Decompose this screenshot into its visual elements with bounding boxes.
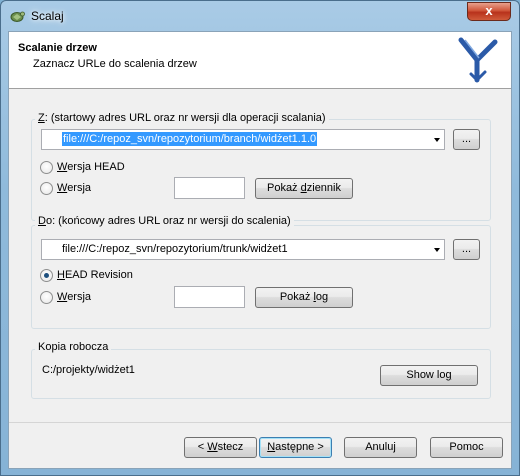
title-bar[interactable]: Scalaj x <box>1 1 519 31</box>
from-browse-button[interactable]: ... <box>453 129 480 150</box>
dropdown-arrow-icon[interactable] <box>434 248 440 252</box>
tortoise-app-icon <box>10 11 25 22</box>
to-radio-revision[interactable]: Wersja <box>40 290 120 306</box>
to-browse-button[interactable]: ... <box>453 239 480 260</box>
from-revision-input[interactable] <box>174 177 245 199</box>
radio-icon[interactable] <box>40 161 53 174</box>
next-button[interactable]: Następne > <box>259 437 332 458</box>
working-copy-show-log-button[interactable]: Show log <box>380 365 478 386</box>
close-button[interactable]: x <box>467 2 511 21</box>
merge-wizard-window: Scalaj x Scalanie drzew Zaznacz URLe do … <box>0 0 520 476</box>
page-title: Scalanie drzew <box>18 42 97 54</box>
from-radio-revision[interactable]: Wersja <box>40 181 120 197</box>
from-show-log-button[interactable]: Pokaż dziennik <box>255 178 353 199</box>
from-group-label: Z: (startowy adres URL oraz nr wersji dl… <box>35 112 329 124</box>
from-radio-head[interactable]: Wersja HEAD <box>40 160 140 176</box>
radio-icon[interactable] <box>40 291 53 304</box>
window-title: Scalaj <box>31 9 64 23</box>
working-copy-path: C:/projekty/widżet1 <box>42 364 135 376</box>
to-radio-head[interactable]: HEAD Revision <box>40 268 150 284</box>
to-url-combobox[interactable]: file:///C:/repoz_svn/repozytorium/trunk/… <box>41 239 445 260</box>
to-group-label: Do: (końcowy adres URL oraz nr wersji do… <box>35 215 294 227</box>
cancel-button[interactable]: Anuluj <box>344 437 417 458</box>
to-url-value: file:///C:/repoz_svn/repozytorium/trunk/… <box>62 243 288 255</box>
from-url-combobox[interactable]: file:///C:/repoz_svn/repozytorium/branch… <box>41 129 445 150</box>
working-copy-label: Kopia robocza <box>35 341 112 353</box>
wizard-header: Scalanie drzew Zaznacz URLe do scalenia … <box>9 32 511 89</box>
from-url-value: file:///C:/repoz_svn/repozytorium/branch… <box>62 132 318 146</box>
radio-checked-icon[interactable] <box>40 269 53 282</box>
page-subtitle: Zaznacz URLe do scalenia drzew <box>33 58 197 70</box>
footer-divider <box>9 422 511 423</box>
to-show-log-button[interactable]: Pokaż log <box>255 287 353 308</box>
to-revision-input[interactable] <box>174 286 245 308</box>
dialog-client: Scalanie drzew Zaznacz URLe do scalenia … <box>8 31 512 469</box>
close-icon: x <box>485 3 493 18</box>
help-button[interactable]: Pomoc <box>430 437 503 458</box>
back-button[interactable]: < Wstecz <box>184 437 257 458</box>
merge-tree-icon <box>458 37 498 83</box>
radio-icon[interactable] <box>40 182 53 195</box>
dropdown-arrow-icon[interactable] <box>434 138 440 142</box>
